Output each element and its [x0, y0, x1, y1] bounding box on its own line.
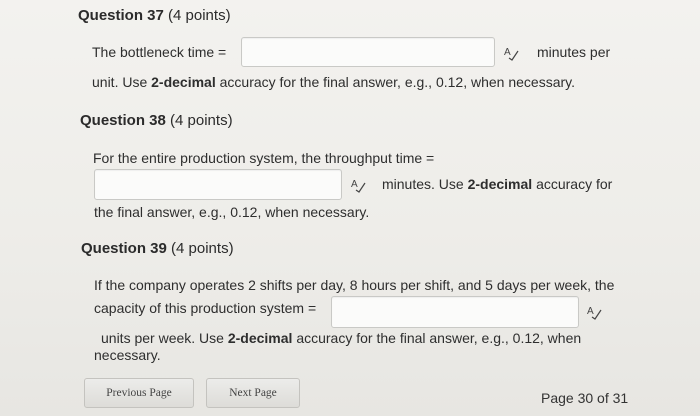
question-39-instruction-cont: necessary. — [94, 347, 161, 363]
svg-text:A: A — [504, 47, 511, 58]
question-38-title: Question 38 (4 points) — [80, 112, 233, 129]
previous-page-button[interactable]: Previous Page — [84, 378, 194, 408]
page-indicator: Page 30 of 31 — [541, 390, 629, 406]
question-39-text-cont: capacity of this production system = — [94, 300, 317, 316]
question-38-instruction-cont: the final answer, e.g., 0.12, when neces… — [94, 204, 370, 220]
question-39-points: (4 points) — [171, 240, 234, 257]
question-39-instruction: units per week. Use 2-decimal accuracy f… — [101, 330, 582, 346]
question-37-unit-text: minutes per — [537, 44, 611, 60]
question-39-text: If the company operates 2 shifts per day… — [94, 277, 615, 293]
question-38-number: Question 38 — [80, 112, 166, 129]
spellcheck-icon[interactable]: A — [350, 177, 366, 193]
question-37-text: The bottleneck time = — [92, 44, 227, 60]
svg-text:A: A — [587, 306, 594, 317]
spellcheck-icon[interactable]: A — [503, 45, 519, 61]
question-38-points: (4 points) — [170, 112, 233, 129]
question-39-title: Question 39 (4 points) — [81, 240, 234, 257]
question-39-number: Question 39 — [81, 240, 167, 257]
capacity-input[interactable] — [331, 296, 579, 328]
bottleneck-time-input[interactable] — [241, 37, 495, 67]
question-37-number: Question 37 — [78, 7, 164, 24]
throughput-time-input[interactable] — [94, 169, 342, 200]
question-37-points: (4 points) — [168, 7, 231, 24]
next-page-button[interactable]: Next Page — [206, 378, 300, 408]
question-38-instruction: minutes. Use 2-decimal accuracy for — [382, 176, 613, 192]
spellcheck-icon[interactable]: A — [586, 304, 602, 320]
svg-text:A: A — [351, 179, 358, 190]
question-38-text: For the entire production system, the th… — [93, 150, 435, 166]
question-37-instruction: unit. Use 2-decimal accuracy for the fin… — [92, 74, 575, 90]
question-37-title: Question 37 (4 points) — [78, 7, 231, 24]
